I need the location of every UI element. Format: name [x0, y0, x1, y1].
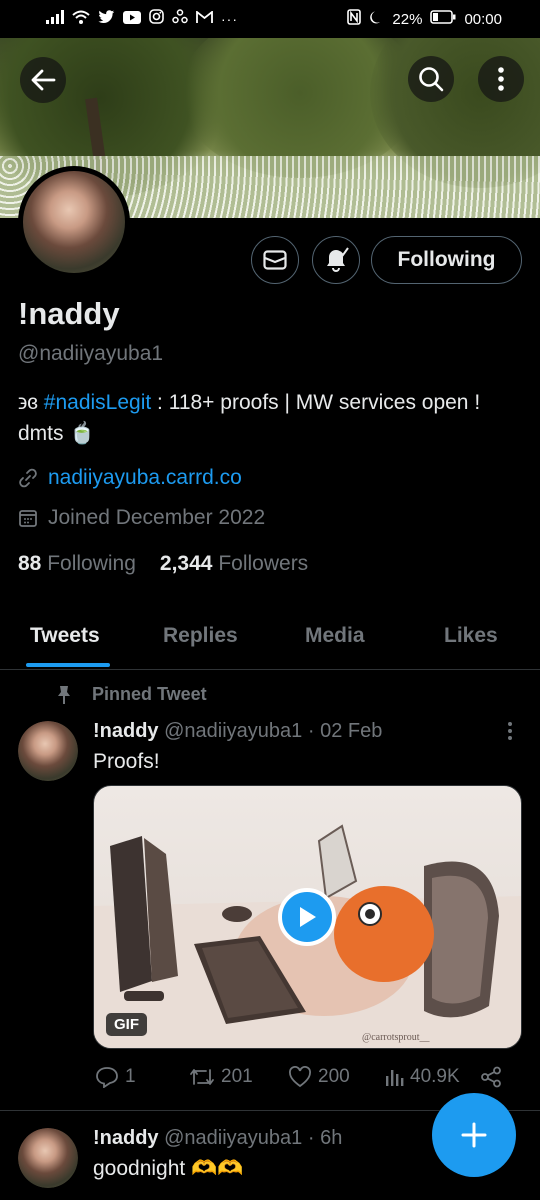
tab-media[interactable]: Media [305, 624, 365, 648]
profile-handle: @nadiiyayuba1 [18, 342, 164, 365]
tweet-date[interactable]: 02 Feb [320, 720, 382, 742]
share-action[interactable] [480, 1066, 502, 1088]
tweet-separator: · [302, 1127, 321, 1149]
signal-icon [46, 9, 64, 28]
tab-likes[interactable]: Likes [444, 624, 498, 648]
joined-row: Joined December 2022 [18, 506, 265, 530]
view-count: 40.9K [410, 1066, 460, 1087]
follow-counts: 88 Following 2,344 Followers [18, 552, 308, 576]
compose-tweet-button[interactable] [432, 1093, 516, 1177]
tweet-author-handle: @nadiiyayuba1 [164, 1127, 303, 1149]
play-button[interactable] [278, 888, 336, 946]
share-icon [481, 1066, 501, 1088]
avatar-image [23, 171, 125, 273]
tweet-header: !naddy @nadiiyayuba1 · 6h [93, 1127, 342, 1150]
battery-icon [430, 10, 456, 28]
like-action[interactable]: 200 [288, 1066, 350, 1088]
envelope-icon [263, 250, 287, 270]
tweet-author-name[interactable]: !naddy [93, 720, 159, 742]
wifi-icon [72, 10, 90, 28]
more-options-button[interactable] [478, 56, 524, 102]
battery-percent: 22% [392, 10, 423, 28]
avatar-image [18, 1128, 78, 1188]
status-bar: ··· 22% 00:00 [0, 0, 540, 38]
play-icon [300, 907, 316, 927]
like-count: 200 [318, 1066, 350, 1087]
profile-name: !naddy [18, 296, 120, 331]
link-icon [19, 468, 37, 488]
analytics-icon [386, 1070, 404, 1086]
profile-link-row: nadiiyayuba.carrd.co [18, 466, 242, 490]
calendar-icon [19, 510, 37, 527]
retweet-action[interactable]: 201 [189, 1066, 253, 1088]
views-action[interactable]: 40.9K [384, 1066, 460, 1088]
back-button[interactable] [20, 57, 66, 103]
search-icon [419, 67, 444, 92]
plus-icon [461, 1122, 487, 1148]
retweet-count: 201 [221, 1066, 253, 1087]
twitter-icon [98, 9, 115, 28]
joined-date: Joined December 2022 [48, 506, 266, 529]
app-icon [172, 9, 188, 28]
following-count-link[interactable]: 88 Following [18, 552, 136, 576]
nfc-icon [347, 9, 362, 29]
followers-count-link[interactable]: 2,344 Followers [160, 552, 308, 576]
profile-tabs: Tweets Replies Media Likes [0, 614, 540, 670]
followers-label: Followers [218, 552, 309, 575]
tweet-text: Proofs! [93, 750, 160, 773]
search-button[interactable] [408, 56, 454, 102]
tweet-actions: 1 201 200 40.9K [93, 1066, 513, 1096]
bio-hashtag[interactable]: #nadisLegit [44, 391, 151, 414]
tab-tweets[interactable]: Tweets [30, 624, 100, 648]
message-button[interactable] [251, 236, 299, 284]
profile-bio: ϶ɞ #nadisLegit : 118+ proofs | MW servic… [18, 387, 518, 449]
active-tab-indicator [26, 663, 110, 667]
reply-icon [96, 1067, 118, 1088]
tweet-more-button[interactable] [498, 720, 522, 744]
tweet-avatar[interactable] [18, 1128, 78, 1188]
reply-count: 1 [125, 1066, 136, 1087]
clock: 00:00 [464, 10, 502, 28]
vertical-dots-icon [498, 67, 504, 91]
heart-icon [289, 1066, 311, 1088]
tweet-avatar[interactable] [18, 721, 78, 781]
more-dots-icon: ··· [221, 10, 238, 27]
tab-replies[interactable]: Replies [163, 624, 238, 648]
retweet-icon [190, 1069, 214, 1085]
gif-badge: GIF [106, 1013, 147, 1036]
tweet-author-name[interactable]: !naddy [93, 1127, 159, 1149]
gmail-icon [196, 9, 213, 28]
tweet-separator: · [302, 720, 321, 742]
vertical-dots-icon [508, 722, 512, 740]
reply-action[interactable]: 1 [95, 1066, 136, 1088]
followers-count: 2,344 [159, 552, 213, 575]
notifications-button[interactable] [312, 236, 360, 284]
instagram-icon [149, 9, 164, 28]
tweet-author-handle: @nadiiyayuba1 [164, 720, 303, 742]
profile-avatar[interactable] [18, 166, 130, 278]
following-label: Following [47, 552, 136, 575]
pinned-label-text: Pinned Tweet [92, 684, 207, 704]
pinned-tweet-label: Pinned Tweet [56, 684, 207, 705]
avatar-image [18, 721, 78, 781]
media-watermark: @carrotsprout__ [362, 1032, 431, 1043]
youtube-icon [123, 10, 141, 28]
following-button[interactable]: Following [371, 236, 522, 284]
arrow-left-icon [31, 69, 56, 91]
tweet-header: !naddy @nadiiyayuba1 · 02 Feb [93, 720, 382, 743]
tweet-media-gif[interactable]: @carrotsprout__ GIF [93, 785, 522, 1049]
following-count: 88 [18, 552, 42, 575]
bio-prefix: ϶ɞ [18, 391, 38, 414]
tweet-text: goodnight 🫶🫶 [93, 1157, 244, 1180]
tweet-date[interactable]: 6h [320, 1127, 342, 1149]
bell-check-icon [327, 247, 349, 272]
profile-link[interactable]: nadiiyayuba.carrd.co [48, 466, 242, 490]
moon-icon [369, 10, 384, 29]
pin-icon [58, 685, 70, 704]
